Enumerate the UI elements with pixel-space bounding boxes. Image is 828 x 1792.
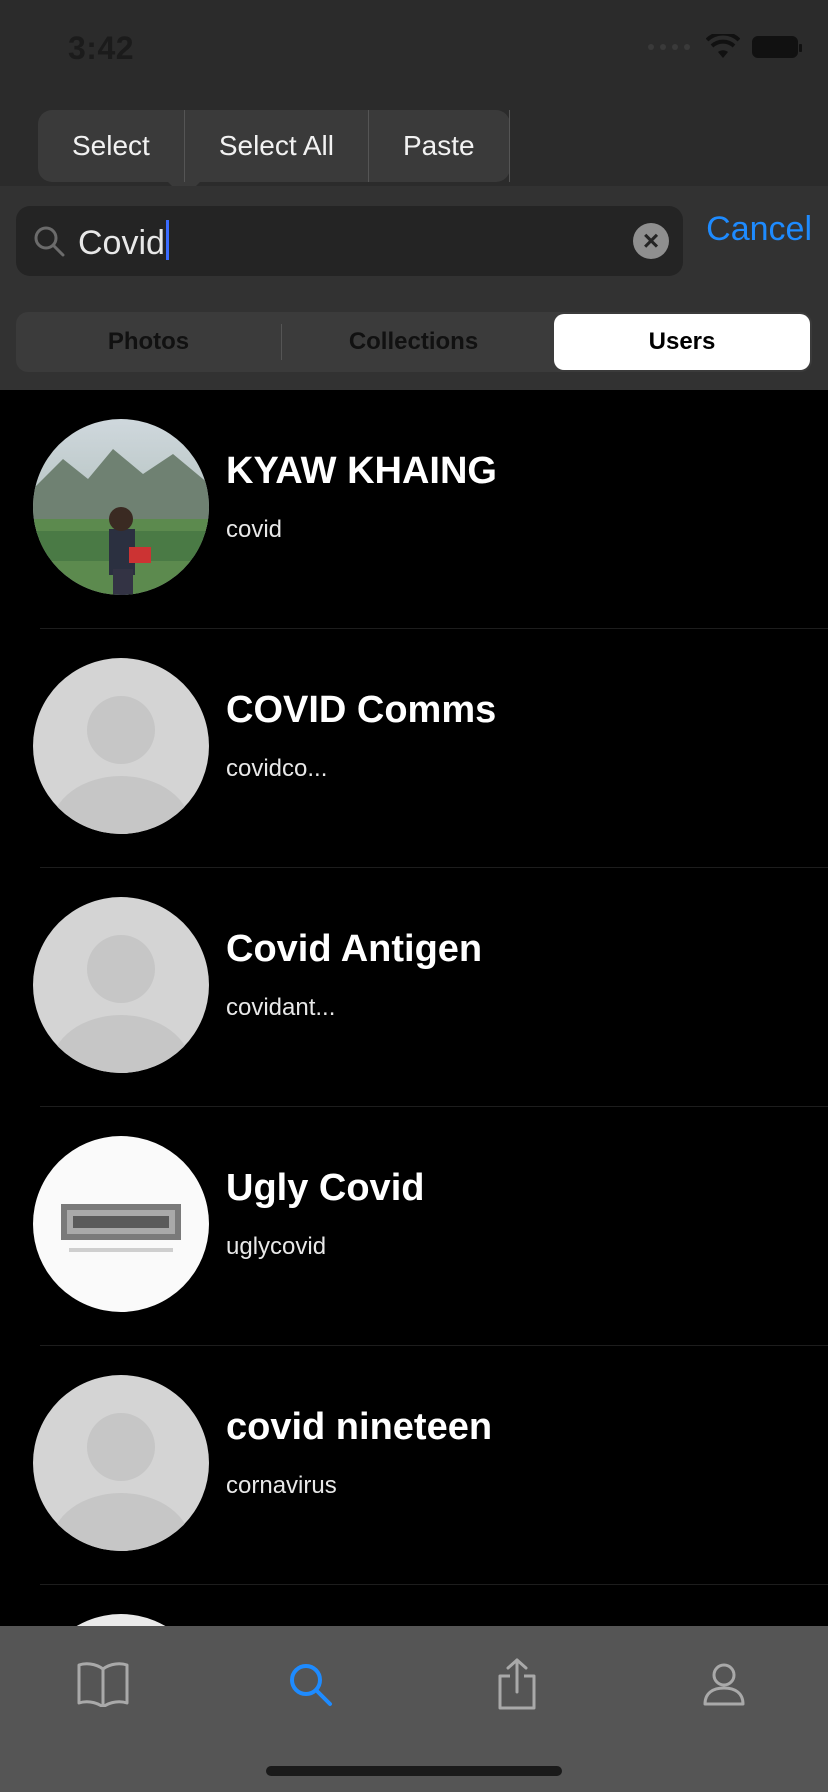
clear-search-icon[interactable]: × [633, 223, 669, 259]
cancel-button[interactable]: Cancel [706, 210, 812, 249]
select-all-menu-item[interactable]: Select All [185, 110, 369, 182]
search-input[interactable]: Covid × [16, 206, 683, 276]
user-name: KYAW KHAING [226, 450, 497, 492]
search-icon [290, 1664, 332, 1706]
logo-avatar-icon [33, 1136, 209, 1312]
segment-users[interactable]: Users [554, 314, 810, 370]
user-name: covid nineteen [226, 1406, 493, 1448]
user-row-partial[interactable] [0, 1585, 828, 1626]
wifi-icon [706, 34, 740, 58]
placeholder-avatar-icon [33, 897, 209, 1073]
segment-collections[interactable]: Collections [281, 312, 546, 372]
tab-bar [0, 1626, 828, 1792]
avatar-photo [33, 419, 209, 595]
tab-share[interactable] [477, 1644, 557, 1724]
text-edit-menu: Select Select All Paste [38, 110, 510, 198]
user-handle: uglycovid [226, 1233, 327, 1260]
search-row: Covid × Cancel [0, 186, 828, 296]
user-row[interactable]: Ugly Covid uglycovid [0, 1107, 828, 1346]
segment-row: Photos Collections Users [0, 296, 828, 390]
paste-menu-item[interactable]: Paste [369, 110, 510, 182]
book-icon [77, 1662, 129, 1707]
tab-search[interactable] [270, 1644, 350, 1724]
battery-icon [752, 36, 802, 58]
signal-icon [648, 42, 694, 52]
status-icons [648, 34, 802, 60]
user-name: Covid Antigen [226, 928, 483, 970]
search-value-wrap: Covid [78, 220, 169, 263]
status-time: 3:42 [68, 30, 135, 66]
avatar [33, 419, 209, 595]
avatar [33, 1614, 209, 1626]
avatar [33, 658, 209, 834]
user-name: Ugly Covid [226, 1167, 425, 1209]
user-handle: cornavirus [226, 1472, 337, 1499]
placeholder-avatar-icon [33, 1375, 209, 1551]
segment-photos[interactable]: Photos [16, 312, 281, 372]
user-results-list[interactable]: KYAW KHAING covid COVID Comms covidco...… [0, 390, 828, 1626]
user-row[interactable]: covid nineteen cornavirus [0, 1346, 828, 1585]
user-row[interactable]: KYAW KHAING covid [0, 390, 828, 629]
placeholder-avatar-icon [33, 658, 209, 834]
avatar [33, 897, 209, 1073]
search-value: Covid [78, 224, 165, 262]
share-icon [498, 1658, 536, 1710]
search-icon [34, 226, 65, 257]
text-cursor [165, 220, 169, 260]
user-handle: covidant... [226, 994, 336, 1021]
avatar [33, 1136, 209, 1312]
tab-profile[interactable] [684, 1644, 764, 1724]
select-menu-item[interactable]: Select [38, 110, 185, 182]
tab-library[interactable] [63, 1644, 143, 1724]
home-indicator [266, 1766, 562, 1776]
status-bar: 3:42 [0, 0, 828, 100]
user-handle: covidco... [226, 755, 328, 782]
user-row[interactable]: Covid Antigen covidant... [0, 868, 828, 1107]
scope-segmented-control: Photos Collections Users [16, 312, 812, 372]
avatar [33, 1375, 209, 1551]
user-row[interactable]: COVID Comms covidco... [0, 629, 828, 868]
person-icon [703, 1663, 745, 1706]
user-handle: covid [226, 516, 283, 543]
user-name: COVID Comms [226, 689, 497, 731]
